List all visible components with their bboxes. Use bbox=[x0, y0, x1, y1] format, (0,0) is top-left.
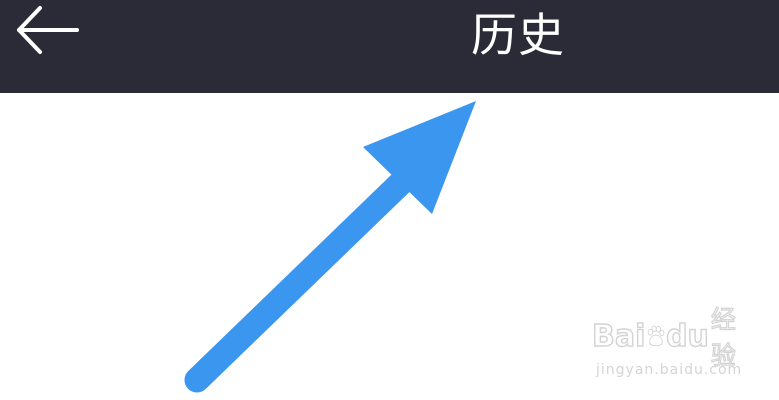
page-title: 历史 bbox=[471, 8, 565, 62]
watermark-logo-text: Bai bbox=[591, 318, 646, 354]
paw-icon bbox=[648, 325, 665, 347]
screen: 历史 Bai du 经验 jingyan.baidu.com bbox=[0, 0, 779, 400]
arrow-left-icon bbox=[17, 6, 79, 54]
watermark-url: jingyan.baidu.com bbox=[596, 362, 743, 378]
watermark-logo-text-2: du bbox=[665, 318, 709, 354]
back-button[interactable] bbox=[10, 0, 90, 62]
baidu-jingyan-watermark: Bai du 经验 jingyan.baidu.com bbox=[591, 304, 743, 384]
top-nav-bar: 历史 bbox=[0, 0, 779, 93]
